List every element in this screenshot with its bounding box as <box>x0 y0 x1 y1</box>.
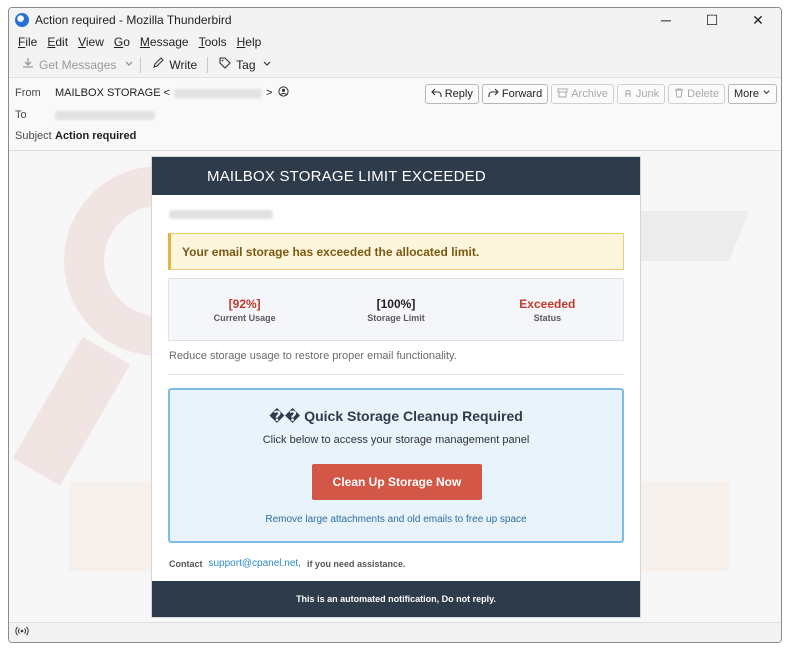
write-button[interactable]: Write <box>145 57 203 72</box>
get-messages-button[interactable]: Get Messages <box>15 57 122 72</box>
cleanup-panel: �� Quick Storage Cleanup Required Click … <box>168 388 624 543</box>
window-controls: ─ ☐ ✕ <box>643 8 781 32</box>
storage-alert: Your email storage has exceeded the allo… <box>168 233 624 270</box>
wifi-signal-icon[interactable] <box>15 625 29 640</box>
main-toolbar: Get Messages Write Tag <box>9 52 781 78</box>
stat-storage-limit: [100%] Storage Limit <box>320 279 471 340</box>
forward-label: Forward <box>501 88 543 100</box>
reply-button[interactable]: Reply <box>424 84 479 104</box>
from-close: > <box>266 87 273 99</box>
support-email-link[interactable]: support@cpanel.net, <box>209 558 301 569</box>
chevron-down-icon <box>762 88 771 100</box>
chevron-down-icon <box>260 58 274 72</box>
to-row: To <box>15 105 155 125</box>
reduce-usage-text: Reduce storage usage to restore proper e… <box>169 350 457 362</box>
subject-row: Subject Action required <box>15 126 136 146</box>
write-label: Write <box>169 57 198 72</box>
message-actions: Reply Forward Archive Junk Delete More <box>424 84 777 104</box>
archive-icon <box>557 88 568 101</box>
tag-button[interactable]: Tag <box>212 57 279 72</box>
redacted-recipient <box>55 110 155 120</box>
menu-tools[interactable]: Tools <box>194 35 232 49</box>
contact-label: Contact <box>169 558 203 569</box>
email-card: MAILBOX STORAGE LIMIT EXCEEDED Your emai… <box>151 156 641 618</box>
tag-icon <box>218 57 232 72</box>
redacted-greeting <box>169 210 273 219</box>
stat-label: Storage Limit <box>367 312 425 323</box>
junk-label: Junk <box>635 88 660 100</box>
message-header-pane: From MAILBOX STORAGE < > To Subject Acti… <box>9 78 781 151</box>
more-label: More <box>733 88 759 100</box>
clean-up-storage-button[interactable]: Clean Up Storage Now <box>312 464 482 500</box>
stat-label: Status <box>533 312 562 323</box>
title-bar: Action required - Mozilla Thunderbird ─ … <box>9 8 781 32</box>
subject-value: Action required <box>55 130 137 142</box>
message-body-area[interactable]: MAILBOX STORAGE LIMIT EXCEEDED Your emai… <box>9 151 781 624</box>
stat-current-usage: [92%] Current Usage <box>169 279 320 340</box>
close-button[interactable]: ✕ <box>735 8 781 32</box>
junk-icon <box>623 88 633 101</box>
toolbar-separator <box>207 56 209 73</box>
trash-icon <box>674 88 684 101</box>
forward-button[interactable]: Forward <box>481 84 549 104</box>
cleanup-subtitle: Click below to access your storage manag… <box>262 434 530 446</box>
menu-bar: File Edit View Go Message Tools Help <box>9 32 781 52</box>
reply-label: Reply <box>444 88 473 100</box>
storage-stats: [92%] Current Usage [100%] Storage Limit… <box>168 278 624 341</box>
archive-label: Archive <box>571 88 608 100</box>
contact-suffix: if you need assistance. <box>306 558 406 569</box>
archive-button[interactable]: Archive <box>551 84 614 104</box>
get-messages-label: Get Messages <box>39 57 117 72</box>
thunderbird-window: Action required - Mozilla Thunderbird ─ … <box>8 7 782 643</box>
download-icon <box>21 57 35 72</box>
forward-icon <box>488 88 499 101</box>
tag-label: Tag <box>236 57 256 72</box>
more-button[interactable]: More <box>727 84 777 104</box>
menu-edit[interactable]: Edit <box>42 35 73 49</box>
stat-value: [92%] <box>228 296 261 311</box>
section-divider <box>168 374 624 375</box>
redacted-sender <box>174 88 263 98</box>
delete-label: Delete <box>687 88 719 100</box>
subject-label: Subject <box>15 130 52 142</box>
contact-icon[interactable] <box>278 86 290 100</box>
delete-button[interactable]: Delete <box>668 84 725 104</box>
minimize-button[interactable]: ─ <box>643 8 689 32</box>
email-footer: This is an automated notification, Do no… <box>152 581 640 617</box>
reply-icon <box>430 88 442 101</box>
from-value[interactable]: MAILBOX STORAGE < <box>55 87 170 99</box>
chevron-down-icon[interactable] <box>122 58 136 72</box>
thunderbird-icon <box>15 13 29 27</box>
menu-file[interactable]: File <box>13 35 42 49</box>
contact-line: Contact support@cpanel.net, if you need … <box>169 558 405 569</box>
menu-help[interactable]: Help <box>232 35 267 49</box>
stat-label: Current Usage <box>213 312 276 323</box>
cleanup-note: Remove large attachments and old emails … <box>265 514 527 525</box>
toolbar-separator <box>140 56 142 73</box>
window-title: Action required - Mozilla Thunderbird <box>35 13 232 27</box>
junk-button[interactable]: Junk <box>616 84 666 104</box>
menu-go[interactable]: Go <box>109 35 135 49</box>
stat-value: [100%] <box>376 296 416 311</box>
from-label: From <box>15 87 41 99</box>
pencil-icon <box>151 57 165 72</box>
maximize-button[interactable]: ☐ <box>689 8 735 32</box>
stat-status: Exceeded Status <box>472 279 623 340</box>
cleanup-title: �� Quick Storage Cleanup Required <box>269 408 523 424</box>
to-label: To <box>15 109 27 121</box>
menu-view[interactable]: View <box>73 35 109 49</box>
status-bar <box>9 622 781 642</box>
menu-message[interactable]: Message <box>135 35 194 49</box>
email-header-banner: MAILBOX STORAGE LIMIT EXCEEDED <box>152 157 640 195</box>
stat-value: Exceeded <box>519 296 576 311</box>
from-row: From MAILBOX STORAGE < > <box>15 83 290 103</box>
